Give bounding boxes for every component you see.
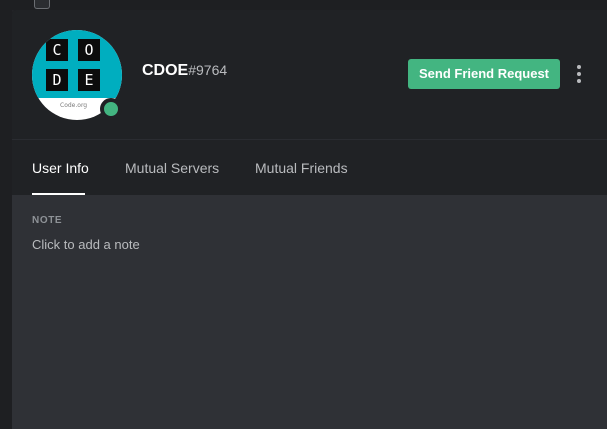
profile-tabs: User Info Mutual Servers Mutual Friends — [12, 140, 607, 195]
kebab-menu-icon[interactable] — [572, 63, 586, 85]
backdrop-top — [0, 0, 607, 10]
tab-mutual-servers[interactable]: Mutual Servers — [125, 160, 219, 176]
avatar-caption: Code.org — [60, 102, 88, 109]
note-label: NOTE — [32, 215, 63, 226]
backdrop-left — [0, 0, 12, 429]
user-profile-modal: C O D E Code.org CDOE#9764 Send Friend R… — [12, 10, 607, 429]
profile-header: C O D E Code.org CDOE#9764 Send Friend R… — [12, 10, 607, 139]
avatar-tile: C — [46, 39, 68, 61]
avatar-container: C O D E Code.org — [32, 30, 122, 120]
note-input[interactable]: Click to add a note — [32, 237, 140, 252]
tab-mutual-friends[interactable]: Mutual Friends — [255, 160, 348, 176]
discriminator: #9764 — [188, 62, 228, 78]
avatar-code-panel: C O D E — [32, 30, 122, 98]
avatar-tile: O — [78, 39, 100, 61]
avatar-tile: E — [78, 69, 100, 91]
user-info-panel: NOTE Click to add a note — [12, 195, 607, 429]
backdrop-peek — [34, 0, 50, 9]
online-status-icon — [100, 98, 122, 120]
avatar-tile: D — [46, 69, 68, 91]
username: CDOE#9764 — [142, 62, 227, 80]
send-friend-request-button[interactable]: Send Friend Request — [408, 59, 560, 89]
username-name: CDOE — [142, 62, 189, 79]
tab-user-info[interactable]: User Info — [32, 160, 89, 176]
